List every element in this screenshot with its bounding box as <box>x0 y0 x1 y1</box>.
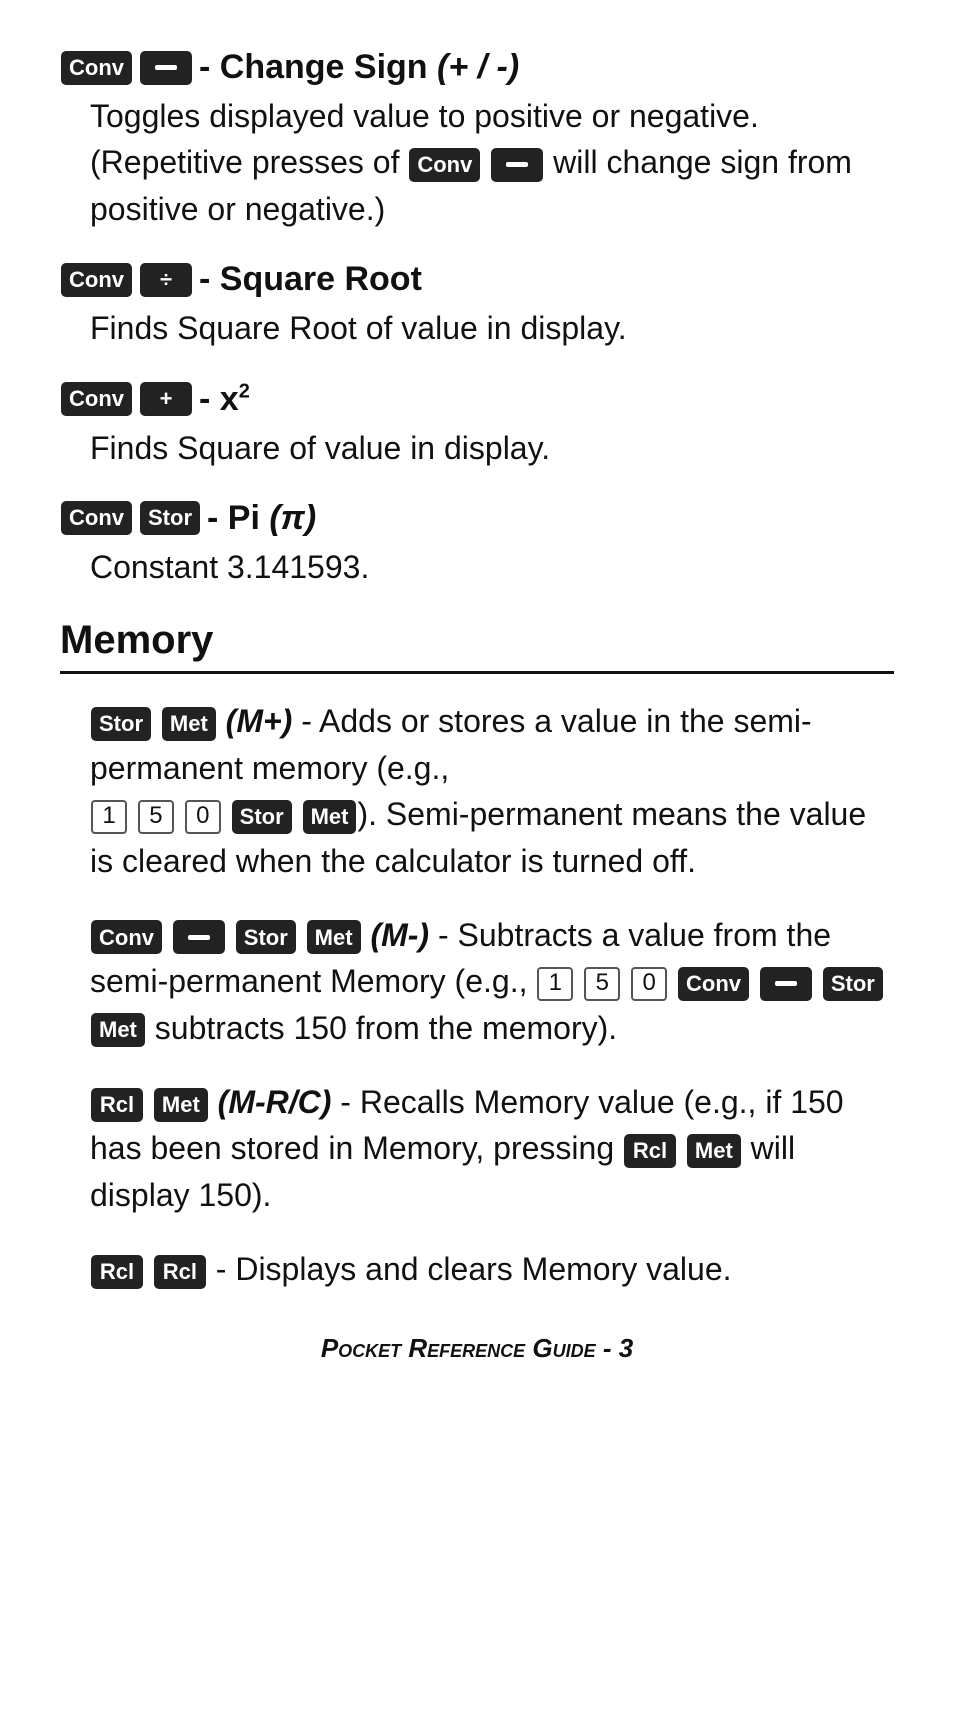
entry-pi-body: Constant 3.141593. <box>60 544 894 590</box>
key-conv-5: Conv <box>91 920 162 954</box>
key-rcl-4: Rcl <box>154 1255 206 1289</box>
entry-change-sign-body: Toggles displayed value to positive or n… <box>60 93 894 232</box>
entry-m-rc-body: Rcl Met (M-R/C) - Recalls Memory value (… <box>60 1079 894 1218</box>
key-conv-6: Conv <box>678 967 749 1001</box>
entry-change-sign-label: - Change Sign (+ / -) <box>199 48 519 87</box>
key-met-5: Met <box>154 1088 208 1122</box>
entry-pi-label: - Pi (π) <box>207 499 316 538</box>
memory-heading: Memory <box>60 618 894 674</box>
entry-x-squared-title: Conv + - x2 <box>60 380 894 419</box>
entry-x-squared-label: - x2 <box>199 380 250 419</box>
key-conv-1: Conv <box>61 51 132 85</box>
entry-square-root: Conv ÷ - Square Root Finds Square Root o… <box>60 260 894 351</box>
entry-pi-title: Conv Stor - Pi (π) <box>60 499 894 538</box>
entry-x-squared: Conv + - x2 Finds Square of value in dis… <box>60 380 894 471</box>
entry-m-minus: Conv Stor Met (M-) - Subtracts a value f… <box>60 912 894 1051</box>
entry-pi: Conv Stor - Pi (π) Constant 3.141593. <box>60 499 894 590</box>
key-met-4: Met <box>91 1013 145 1047</box>
entry-m-plus: Stor Met (M+) - Adds or stores a value i… <box>60 698 894 884</box>
key-met-6: Met <box>687 1134 741 1168</box>
entry-rcl-rcl: Rcl Rcl - Displays and clears Memory val… <box>60 1246 894 1292</box>
key-num-0-1: 0 <box>185 800 221 834</box>
key-stor-2: Stor <box>232 800 292 834</box>
key-plus-1: + <box>140 382 192 416</box>
entry-m-rc: Rcl Met (M-R/C) - Recalls Memory value (… <box>60 1079 894 1218</box>
key-minus-3 <box>760 967 812 1001</box>
key-minus-2 <box>173 920 225 954</box>
key-rcl-2: Rcl <box>624 1134 676 1168</box>
key-met-1: Met <box>162 707 216 741</box>
key-met-2: Met <box>303 800 357 834</box>
entry-rcl-rcl-body: Rcl Rcl - Displays and clears Memory val… <box>60 1246 894 1292</box>
key-stor-3: Stor <box>236 920 296 954</box>
key-conv-3: Conv <box>61 382 132 416</box>
key-num-1: 1 <box>91 800 127 834</box>
key-divide-1: ÷ <box>140 263 192 297</box>
key-num-5-2: 5 <box>584 967 620 1001</box>
key-num-1-2: 1 <box>537 967 573 1001</box>
key-num-0-2: 0 <box>631 967 667 1001</box>
key-met-3: Met <box>307 920 361 954</box>
key-conv-2: Conv <box>61 263 132 297</box>
entry-change-sign-title: Conv - Change Sign (+ / -) <box>60 48 894 87</box>
footer: Pocket Reference Guide - 3 <box>60 1333 894 1364</box>
key-stor-pi: Stor <box>140 501 200 535</box>
key-num-5-1: 5 <box>138 800 174 834</box>
entry-x-squared-body: Finds Square of value in display. <box>60 425 894 471</box>
entry-change-sign: Conv - Change Sign (+ / -) Toggles displ… <box>60 48 894 232</box>
key-rcl-1: Rcl <box>91 1088 143 1122</box>
key-minus-1 <box>140 51 192 85</box>
key-stor-1: Stor <box>91 707 151 741</box>
entry-square-root-label: - Square Root <box>199 260 422 299</box>
key-minus-inline-1 <box>491 148 543 182</box>
entry-square-root-body: Finds Square Root of value in display. <box>60 305 894 351</box>
entry-m-plus-body: Stor Met (M+) - Adds or stores a value i… <box>60 698 894 884</box>
key-rcl-3: Rcl <box>91 1255 143 1289</box>
entry-square-root-title: Conv ÷ - Square Root <box>60 260 894 299</box>
key-conv-4: Conv <box>61 501 132 535</box>
key-stor-4: Stor <box>823 967 883 1001</box>
key-conv-inline-1: Conv <box>409 148 480 182</box>
entry-m-minus-body: Conv Stor Met (M-) - Subtracts a value f… <box>60 912 894 1051</box>
